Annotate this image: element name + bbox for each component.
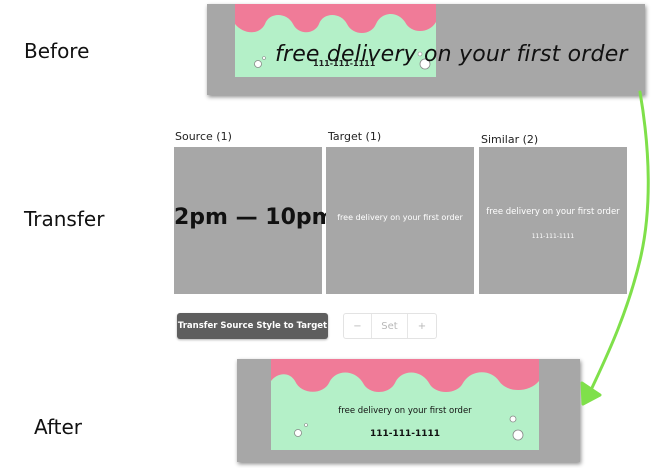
before-banner: 111-111-1111 free delivery on your first… xyxy=(207,4,645,95)
target-panel-text: free delivery on your first order xyxy=(337,213,463,222)
bubble-circle-icon xyxy=(512,429,524,441)
bubble-circle-icon xyxy=(304,423,308,427)
bubble-circle-icon xyxy=(294,429,302,437)
row-label-before: Before xyxy=(24,39,90,63)
source-panel-text: 2pm — 10pm xyxy=(174,205,335,230)
transfer-style-button[interactable]: Transfer Source Style to Target xyxy=(177,313,328,339)
target-panel[interactable]: free delivery on your first order xyxy=(326,147,474,294)
before-headline: free delivery on your first order xyxy=(275,42,628,67)
similar-panel[interactable]: free delivery on your first order 111-11… xyxy=(479,147,627,294)
after-banner: free delivery on your first order 111-11… xyxy=(237,359,580,462)
bubble-circle-icon xyxy=(262,56,266,60)
target-panel-title: Target (1) xyxy=(328,130,382,143)
row-label-after: After xyxy=(34,415,83,439)
stepper-minus-button[interactable]: − xyxy=(344,314,372,338)
bubble-circle-icon xyxy=(509,415,517,423)
stepper-set-button[interactable]: Set xyxy=(372,314,408,338)
bubble-circle-icon xyxy=(254,60,262,68)
set-stepper: − Set + xyxy=(343,313,437,339)
similar-panel-phone: 111-111-1111 xyxy=(531,233,575,240)
after-bubbles xyxy=(294,415,524,441)
source-panel-title: Source (1) xyxy=(175,130,232,143)
row-label-transfer: Transfer xyxy=(24,207,105,231)
stepper-plus-button[interactable]: + xyxy=(408,314,436,338)
source-panel[interactable]: 2pm — 10pm xyxy=(174,147,335,294)
similar-panel-title: Similar (2) xyxy=(481,133,539,146)
similar-panel-text: free delivery on your first order xyxy=(486,207,620,217)
